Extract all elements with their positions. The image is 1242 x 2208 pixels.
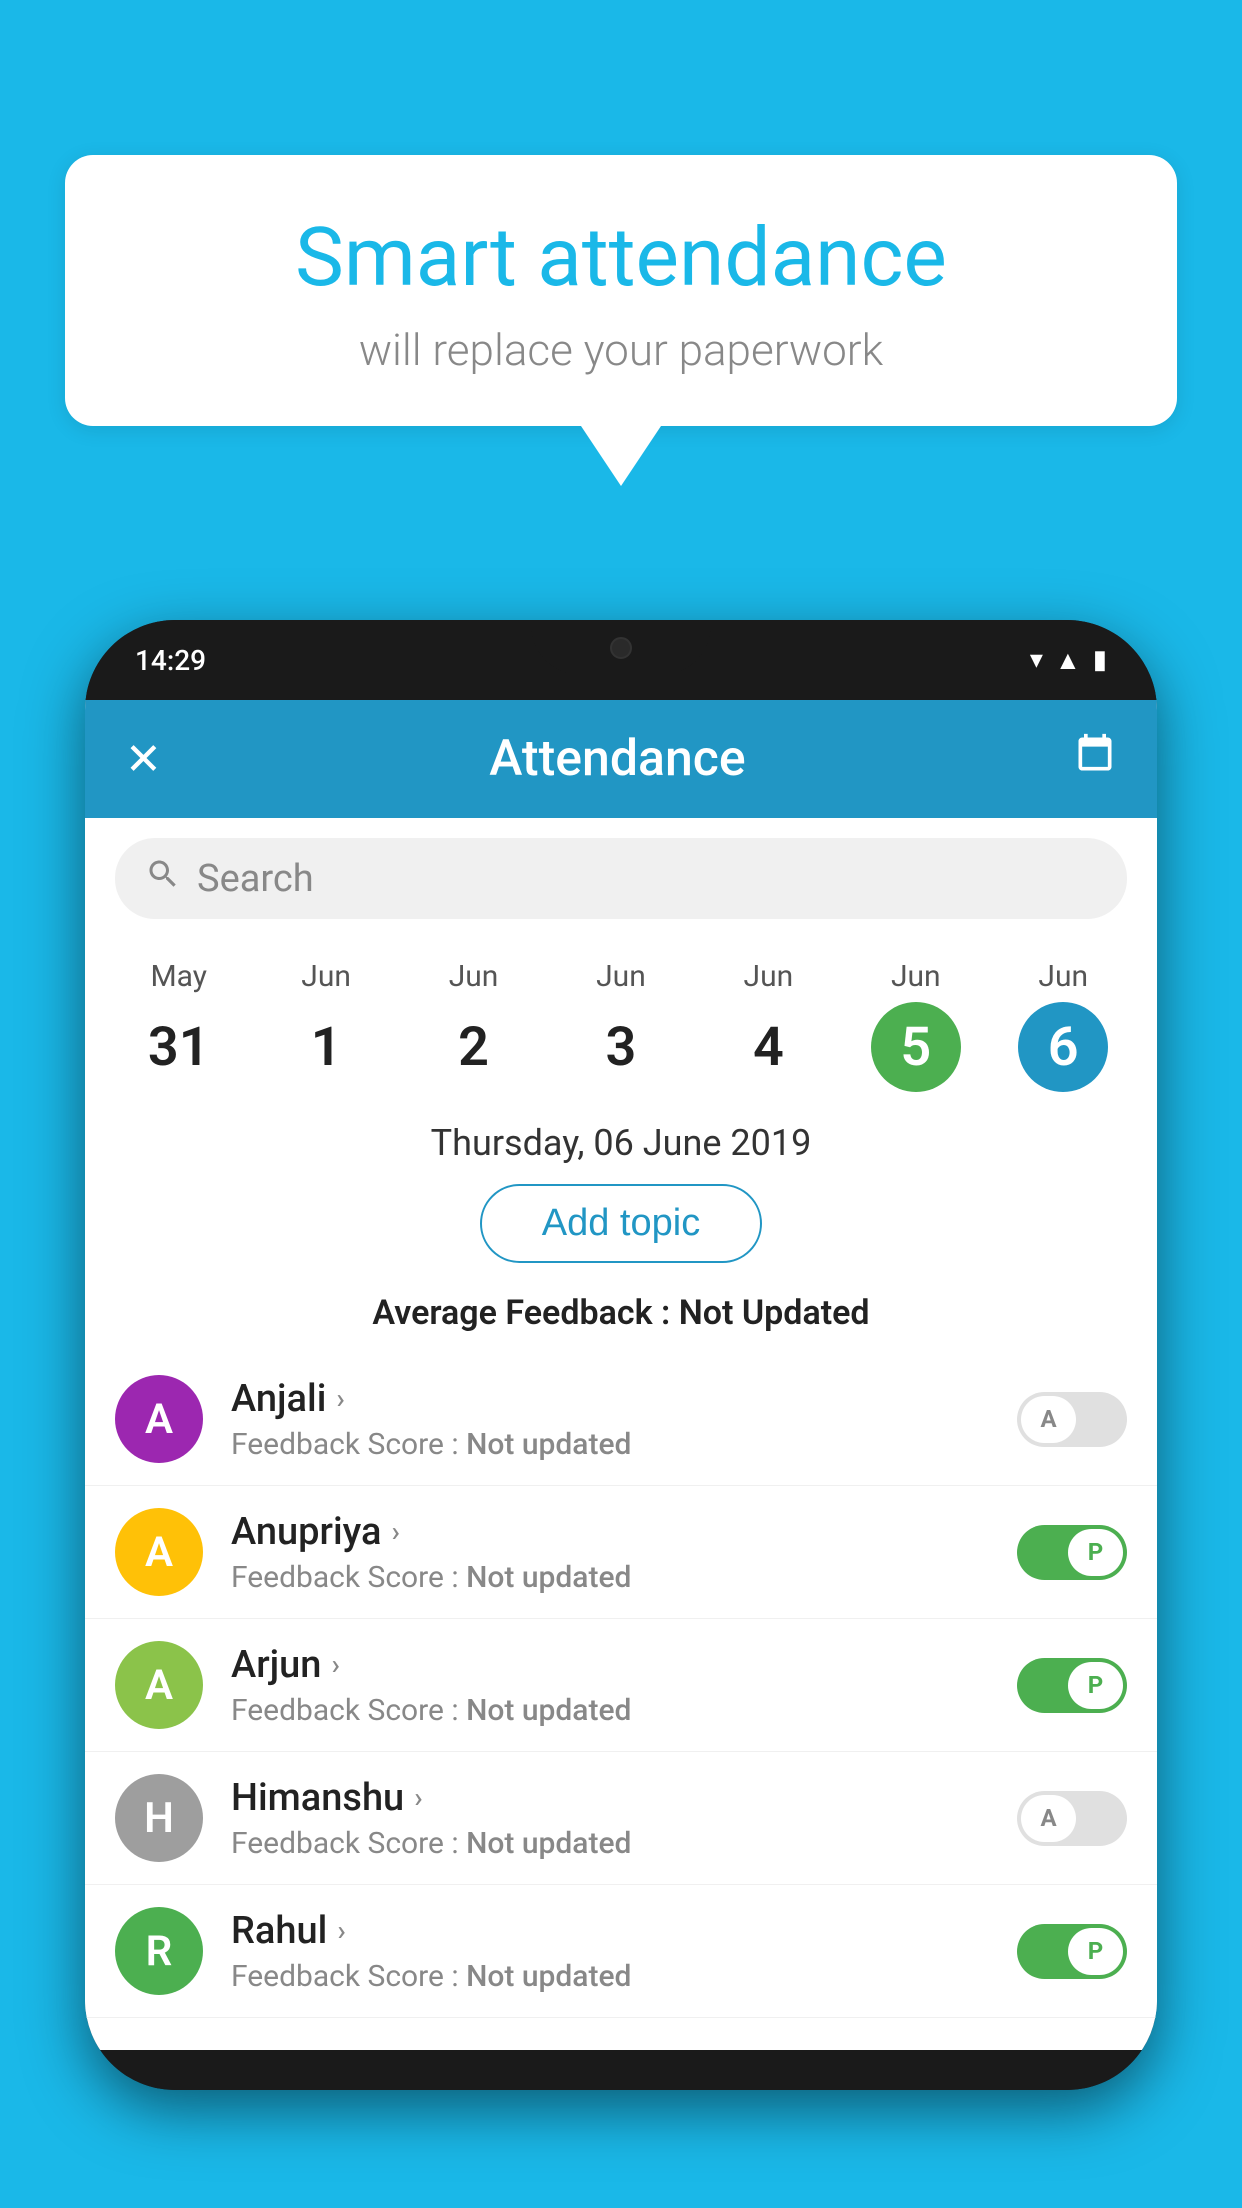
- chevron-icon: ›: [331, 1648, 339, 1681]
- student-item[interactable]: AAnupriya ›Feedback Score : Not updated …: [85, 1486, 1157, 1619]
- student-name: Himanshu ›: [231, 1776, 979, 1820]
- cal-month-label: Jun: [449, 959, 499, 994]
- cal-month-label: Jun: [891, 959, 941, 994]
- calendar-strip: May 31 Jun 1 Jun 2 Jun 3 Jun 4 Jun 5 Jun 6: [85, 939, 1157, 1102]
- add-topic-button[interactable]: Add topic: [480, 1184, 762, 1263]
- calendar-day[interactable]: Jun 6: [998, 959, 1128, 1092]
- notch: [531, 620, 711, 675]
- cal-date-number: 31: [134, 1002, 224, 1092]
- toggle-off[interactable]: A: [1017, 1392, 1127, 1447]
- calendar-button[interactable]: [1073, 732, 1117, 787]
- student-info: Anupriya › Feedback Score : Not updated: [231, 1510, 979, 1595]
- add-topic-wrapper: Add topic: [85, 1174, 1157, 1283]
- attendance-toggle[interactable]: P: [1007, 1525, 1127, 1580]
- student-item[interactable]: R Rahul › Feedback Score : Not updated P: [85, 1885, 1157, 2018]
- toggle-knob: P: [1068, 1928, 1123, 1975]
- cal-month-label: May: [150, 959, 206, 994]
- toggle-on[interactable]: P: [1017, 1658, 1127, 1713]
- attendance-toggle[interactable]: A: [1007, 1392, 1127, 1447]
- status-bar: 14:29 ▾ ▲ ▮: [85, 620, 1157, 700]
- cal-date-number: 5: [871, 1002, 961, 1092]
- chevron-icon: ›: [337, 1914, 345, 1947]
- calendar-day[interactable]: Jun 3: [556, 959, 686, 1092]
- phone-screen: ✕ Attendance Search: [85, 700, 1157, 2050]
- student-info: Himanshu › Feedback Score : Not updated: [231, 1776, 979, 1861]
- feedback-score: Feedback Score : Not updated: [231, 1560, 979, 1595]
- avg-feedback: Average Feedback : Not Updated: [85, 1283, 1157, 1353]
- search-bar-wrapper: Search: [85, 818, 1157, 939]
- phone-frame: 14:29 ▾ ▲ ▮ ✕ Attendance: [85, 620, 1157, 2090]
- phone-mockup: 14:29 ▾ ▲ ▮ ✕ Attendance: [85, 620, 1157, 2090]
- battery-icon: ▮: [1093, 645, 1107, 675]
- avatar: A: [115, 1375, 203, 1463]
- student-info: Rahul › Feedback Score : Not updated: [231, 1909, 979, 1994]
- app-bar: ✕ Attendance: [85, 700, 1157, 818]
- cal-month-label: Jun: [596, 959, 646, 994]
- chevron-icon: ›: [414, 1781, 422, 1814]
- calendar-day[interactable]: May 31: [114, 959, 244, 1092]
- avg-feedback-label: Average Feedback :: [372, 1293, 670, 1333]
- calendar-day[interactable]: Jun 5: [851, 959, 981, 1092]
- chevron-icon: ›: [336, 1382, 344, 1415]
- attendance-toggle[interactable]: P: [1007, 1658, 1127, 1713]
- student-list: A Anjali › Feedback Score : Not updated A …: [85, 1353, 1157, 2018]
- student-name: Anjali ›: [231, 1377, 979, 1421]
- cal-month-label: Jun: [301, 959, 351, 994]
- close-button[interactable]: ✕: [125, 733, 162, 785]
- cal-date-number: 4: [723, 1002, 813, 1092]
- cal-date-number: 6: [1018, 1002, 1108, 1092]
- attendance-toggle[interactable]: A: [1007, 1791, 1127, 1846]
- student-name: Anupriya ›: [231, 1510, 979, 1554]
- status-time: 14:29: [135, 644, 206, 677]
- calendar-day[interactable]: Jun 4: [703, 959, 833, 1092]
- feedback-score: Feedback Score : Not updated: [231, 1959, 979, 1994]
- status-icons: ▾ ▲ ▮: [1030, 645, 1107, 676]
- cal-date-number: 3: [576, 1002, 666, 1092]
- calendar-day[interactable]: Jun 1: [261, 959, 391, 1092]
- avg-feedback-value: Not Updated: [679, 1293, 870, 1333]
- selected-date: Thursday, 06 June 2019: [85, 1102, 1157, 1174]
- student-item[interactable]: A Anjali › Feedback Score : Not updated A: [85, 1353, 1157, 1486]
- calendar-day[interactable]: Jun 2: [409, 959, 539, 1092]
- toggle-off[interactable]: A: [1017, 1791, 1127, 1846]
- avatar: A: [115, 1641, 203, 1729]
- speech-bubble-subtitle: will replace your paperwork: [125, 324, 1117, 376]
- camera: [610, 637, 632, 659]
- speech-bubble: Smart attendance will replace your paper…: [65, 155, 1177, 426]
- avatar: A: [115, 1508, 203, 1596]
- student-item[interactable]: HHimanshu ›Feedback Score : Not updated …: [85, 1752, 1157, 1885]
- signal-icon: ▲: [1055, 645, 1081, 676]
- app-bar-title: Attendance: [489, 730, 746, 788]
- student-name: Arjun ›: [231, 1643, 979, 1687]
- student-item[interactable]: A Arjun › Feedback Score : Not updated P: [85, 1619, 1157, 1752]
- toggle-knob: P: [1068, 1529, 1123, 1576]
- feedback-score: Feedback Score : Not updated: [231, 1427, 979, 1462]
- toggle-knob: P: [1068, 1662, 1123, 1709]
- student-name: Rahul ›: [231, 1909, 979, 1953]
- search-placeholder: Search: [197, 857, 314, 901]
- speech-bubble-container: Smart attendance will replace your paper…: [65, 155, 1177, 486]
- cal-date-number: 2: [429, 1002, 519, 1092]
- cal-date-number: 1: [281, 1002, 371, 1092]
- feedback-score: Feedback Score : Not updated: [231, 1826, 979, 1861]
- feedback-score: Feedback Score : Not updated: [231, 1693, 979, 1728]
- speech-bubble-tail: [581, 426, 661, 486]
- student-info: Anjali › Feedback Score : Not updated: [231, 1377, 979, 1462]
- toggle-on[interactable]: P: [1017, 1525, 1127, 1580]
- wifi-icon: ▾: [1030, 645, 1043, 675]
- toggle-knob: A: [1021, 1795, 1076, 1842]
- speech-bubble-title: Smart attendance: [125, 210, 1117, 306]
- avatar: H: [115, 1774, 203, 1862]
- search-icon: [145, 856, 181, 901]
- chevron-icon: ›: [391, 1515, 399, 1548]
- student-info: Arjun › Feedback Score : Not updated: [231, 1643, 979, 1728]
- cal-month-label: Jun: [1038, 959, 1088, 994]
- toggle-on[interactable]: P: [1017, 1924, 1127, 1979]
- avatar: R: [115, 1907, 203, 1995]
- cal-month-label: Jun: [744, 959, 794, 994]
- attendance-toggle[interactable]: P: [1007, 1924, 1127, 1979]
- phone-bottom: [85, 2050, 1157, 2090]
- search-bar[interactable]: Search: [115, 838, 1127, 919]
- toggle-knob: A: [1021, 1396, 1076, 1443]
